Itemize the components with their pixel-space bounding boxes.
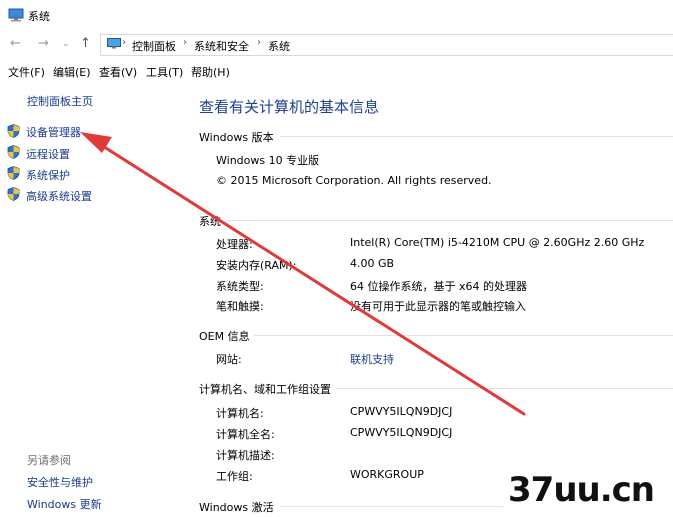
divider <box>228 220 673 221</box>
computer-name-heading: 计算机名、域和工作组设置 <box>199 383 331 396</box>
page-title: 查看有关计算机的基本信息 <box>199 98 380 116</box>
breadcrumb-system-security[interactable]: 系统和安全 <box>194 38 249 54</box>
sidebar-item-advanced-settings[interactable]: 高级系统设置 <box>26 188 92 204</box>
processor-value: Intel(R) Core(TM) i5-4210M CPU @ 2.60GHz… <box>350 236 645 249</box>
website-label: 网站: <box>216 353 242 366</box>
back-arrow-icon[interactable]: ← <box>10 36 21 51</box>
system-type-value: 64 位操作系统，基于 x64 的处理器 <box>350 280 527 293</box>
oem-heading: OEM 信息 <box>199 330 250 343</box>
ram-value: 4.00 GB <box>350 257 395 270</box>
see-also-heading: 另请参阅 <box>27 454 71 467</box>
computer-icon <box>8 8 24 22</box>
menu-view[interactable]: 查看(V) <box>99 64 137 80</box>
watermark-logo: 37uu.cn <box>508 470 655 510</box>
control-panel-icon <box>107 38 121 49</box>
workgroup-value: WORKGROUP <box>350 468 424 481</box>
computer-name-value: CPWVY5ILQN9DJCJ <box>350 405 453 418</box>
menu-file[interactable]: 文件(F) <box>8 64 45 80</box>
shield-icon <box>7 124 20 138</box>
workgroup-label: 工作组: <box>216 470 253 483</box>
divider <box>254 335 673 336</box>
breadcrumb-separator-icon: › <box>257 37 261 48</box>
divider <box>280 506 503 507</box>
full-name-value: CPWVY5ILQN9DJCJ <box>350 426 453 439</box>
sidebar-item-remote-settings[interactable]: 远程设置 <box>26 146 70 162</box>
see-also-security-maintenance[interactable]: 安全性与维护 <box>27 474 93 490</box>
breadcrumb-separator-icon: › <box>122 37 126 48</box>
computer-name-label: 计算机名: <box>216 407 264 420</box>
description-label: 计算机描述: <box>216 449 275 462</box>
see-also-windows-update[interactable]: Windows 更新 <box>27 496 102 512</box>
edition-heading: Windows 版本 <box>199 131 274 144</box>
menu-tools[interactable]: 工具(T) <box>146 64 183 80</box>
ram-label: 安装内存(RAM): <box>216 259 297 272</box>
breadcrumb-control-panel[interactable]: 控制面板 <box>132 38 176 54</box>
breadcrumb-separator-icon: › <box>183 37 187 48</box>
shield-icon <box>7 166 20 180</box>
divider <box>280 136 673 137</box>
address-bar: ← → ⌄ ↑ › 控制面板 › 系统和安全 › 系统 <box>0 30 673 58</box>
window-title: 系统 <box>28 10 50 23</box>
full-name-label: 计算机全名: <box>216 428 275 441</box>
edition-value: Windows 10 专业版 <box>216 154 320 167</box>
title-bar: 系统 <box>0 0 673 30</box>
breadcrumb-system[interactable]: 系统 <box>268 38 290 54</box>
system-type-label: 系统类型: <box>216 280 264 293</box>
menu-help[interactable]: 帮助(H) <box>191 64 230 80</box>
recent-chevron-down-icon[interactable]: ⌄ <box>62 39 70 49</box>
pen-touch-label: 笔和触摸: <box>216 300 264 313</box>
divider <box>336 388 673 389</box>
sidebar-item-system-protection[interactable]: 系统保护 <box>26 167 70 183</box>
address-box[interactable]: › 控制面板 › 系统和安全 › 系统 <box>100 34 673 56</box>
menu-edit[interactable]: 编辑(E) <box>53 64 91 80</box>
system-heading: 系统 <box>199 215 221 228</box>
sidebar-item-device-manager[interactable]: 设备管理器 <box>26 124 81 140</box>
menu-bar: 文件(F) 编辑(E) 查看(V) 工具(T) 帮助(H) <box>0 60 673 82</box>
online-support-link[interactable]: 联机支持 <box>350 351 394 367</box>
up-arrow-icon[interactable]: ↑ <box>80 36 91 51</box>
shield-icon <box>7 187 20 201</box>
shield-icon <box>7 145 20 159</box>
forward-arrow-icon[interactable]: → <box>38 36 49 51</box>
arrow-head <box>80 132 112 153</box>
processor-label: 处理器: <box>216 238 253 251</box>
sidebar-home-link[interactable]: 控制面板主页 <box>27 93 93 109</box>
activation-heading: Windows 激活 <box>199 501 274 514</box>
copyright-text: © 2015 Microsoft Corporation. All rights… <box>216 174 492 187</box>
pen-touch-value: 没有可用于此显示器的笔或触控输入 <box>350 300 526 313</box>
